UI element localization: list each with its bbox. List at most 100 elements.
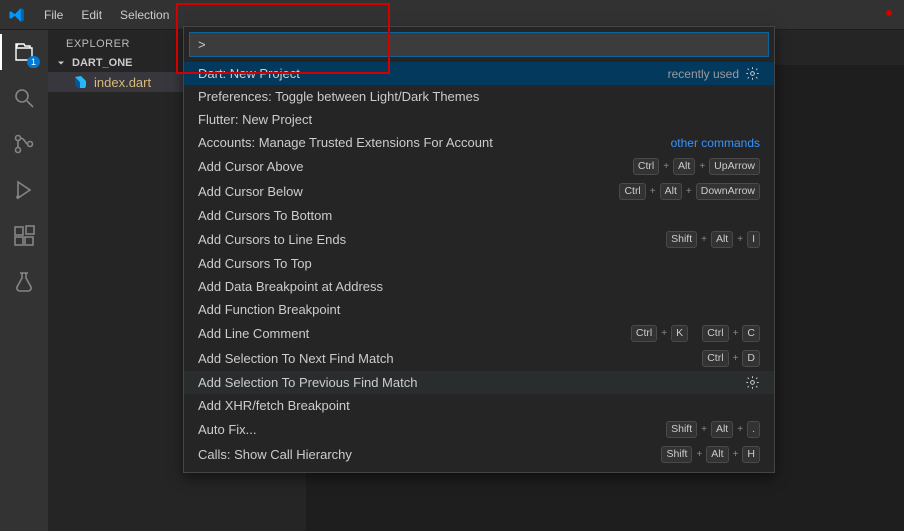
activity-bar: 1 <box>0 30 48 531</box>
palette-row[interactable]: Add Cursors To Top <box>184 252 774 275</box>
palette-row-label: Preferences: Toggle between Light/Dark T… <box>198 89 479 104</box>
palette-row[interactable]: Add XHR/fetch Breakpoint <box>184 394 774 417</box>
palette-row-label: Add Selection To Previous Find Match <box>198 375 417 390</box>
chevron-down-icon <box>54 56 68 70</box>
palette-row[interactable]: Calls: Show Call HierarchyShift+Alt+H <box>184 442 774 467</box>
search-icon[interactable] <box>10 84 38 112</box>
palette-row-label: Add Cursors To Top <box>198 256 312 271</box>
dart-file-icon <box>72 74 88 90</box>
keybinding: Shift+Alt+H <box>661 446 760 463</box>
palette-row-label: Auto Fix... <box>198 422 257 437</box>
key: UpArrow <box>709 158 760 175</box>
palette-row[interactable]: Add Cursors to Line Ends Shift + Alt + I <box>184 227 774 252</box>
palette-row[interactable]: Add Function Breakpoint <box>184 298 774 321</box>
plus: + <box>737 234 743 245</box>
plus: + <box>733 328 739 339</box>
key: Ctrl <box>702 325 728 342</box>
palette-row[interactable]: Add Selection To Next Find Match Ctrl +D <box>184 346 774 371</box>
command-palette: Dart: New Project recently used Preference… <box>183 26 775 473</box>
key: I <box>747 231 760 248</box>
key: DownArrow <box>696 183 760 200</box>
palette-row-label: Add Cursors To Bottom <box>198 208 332 223</box>
hint-recent: recently used <box>668 67 739 81</box>
explorer-icon[interactable]: 1 <box>10 38 38 66</box>
source-control-icon[interactable] <box>10 130 38 158</box>
palette-row-label: Flutter: New Project <box>198 112 312 127</box>
key: Shift <box>666 231 697 248</box>
key: Alt <box>711 421 733 438</box>
hint-other-commands[interactable]: other commands <box>671 136 760 150</box>
file-name: index.dart <box>94 75 151 90</box>
palette-row-label: Add Selection To Next Find Match <box>198 351 394 366</box>
gear-icon[interactable] <box>745 375 760 390</box>
palette-row[interactable]: Add Line CommentCtrl+K Ctrl+C <box>184 321 774 346</box>
plus: + <box>701 424 707 435</box>
explorer-badge: 1 <box>27 56 40 68</box>
palette-row[interactable]: Add Selection To Previous Find Match <box>184 371 774 394</box>
keybinding: Shift + Alt +. <box>666 421 760 438</box>
palette-row-label: Add Cursor Below <box>198 184 303 199</box>
keybinding: Ctrl + Alt + UpArrow <box>633 158 760 175</box>
palette-row-label: Add Cursors to Line Ends <box>198 232 346 247</box>
plus: + <box>661 328 667 339</box>
palette-list[interactable]: Dart: New Project recently used Preference… <box>184 62 774 472</box>
keybinding: Ctrl +D <box>702 350 760 367</box>
plus: + <box>699 161 705 172</box>
key: C <box>742 325 760 342</box>
key: Ctrl <box>702 350 728 367</box>
key: Alt <box>673 158 695 175</box>
plus: + <box>733 353 739 364</box>
keybinding: Ctrl+Alt+DownArrow <box>619 183 760 200</box>
plus: + <box>737 424 743 435</box>
run-debug-icon[interactable] <box>10 176 38 204</box>
key: H <box>742 446 760 463</box>
palette-row-label: Add Function Breakpoint <box>198 302 340 317</box>
key: Alt <box>711 231 733 248</box>
palette-row[interactable]: Add Cursor BelowCtrl+Alt+DownArrow <box>184 179 774 204</box>
extensions-icon[interactable] <box>10 222 38 250</box>
palette-input[interactable] <box>189 32 769 57</box>
plus: + <box>733 449 739 460</box>
palette-row[interactable]: Auto Fix... Shift + Alt +. <box>184 417 774 442</box>
key: Shift <box>666 421 697 438</box>
palette-row-label: Add Line Comment <box>198 326 309 341</box>
folder-name: DART_ONE <box>72 57 133 69</box>
menu-edit[interactable]: Edit <box>73 4 110 26</box>
key: D <box>742 350 760 367</box>
palette-row[interactable]: Preferences: Toggle between Light/Dark T… <box>184 85 774 108</box>
palette-row-label: Dart: New Project <box>198 66 300 81</box>
testing-icon[interactable] <box>10 268 38 296</box>
plus: + <box>663 161 669 172</box>
palette-row[interactable]: Add Cursor Above Ctrl + Alt + UpArrow <box>184 154 774 179</box>
key: K <box>671 325 688 342</box>
palette-row[interactable]: Add Data Breakpoint at Address <box>184 275 774 298</box>
annotation-dot <box>886 10 892 16</box>
vscode-logo-icon <box>8 6 26 24</box>
menu-file[interactable]: File <box>36 4 71 26</box>
palette-row-label: Accounts: Manage Trusted Extensions For … <box>198 135 493 150</box>
key: Alt <box>706 446 728 463</box>
palette-row-label: Calls: Show Incoming Calls <box>198 471 356 472</box>
palette-input-wrap <box>184 27 774 62</box>
key: . <box>747 421 760 438</box>
keybinding: Ctrl+K Ctrl+C <box>631 325 760 342</box>
plus: + <box>696 449 702 460</box>
palette-row[interactable]: Calls: Show Incoming Calls <box>184 467 774 472</box>
palette-row-label: Calls: Show Call Hierarchy <box>198 447 352 462</box>
key: Ctrl <box>633 158 659 175</box>
palette-row[interactable]: Flutter: New Project <box>184 108 774 131</box>
key: Ctrl <box>619 183 645 200</box>
palette-row-label: Add Cursor Above <box>198 159 304 174</box>
palette-row[interactable]: Add Cursors To Bottom <box>184 204 774 227</box>
plus: + <box>701 234 707 245</box>
palette-row-label: Add Data Breakpoint at Address <box>198 279 383 294</box>
gear-icon[interactable] <box>745 66 760 81</box>
palette-row-label: Add XHR/fetch Breakpoint <box>198 398 350 413</box>
key: Ctrl <box>631 325 657 342</box>
plus: + <box>650 186 656 197</box>
keybinding: Shift + Alt + I <box>666 231 760 248</box>
palette-row[interactable]: Dart: New Project recently used <box>184 62 774 85</box>
key: Alt <box>660 183 682 200</box>
menu-selection[interactable]: Selection <box>112 4 177 26</box>
palette-row[interactable]: Accounts: Manage Trusted Extensions For … <box>184 131 774 154</box>
